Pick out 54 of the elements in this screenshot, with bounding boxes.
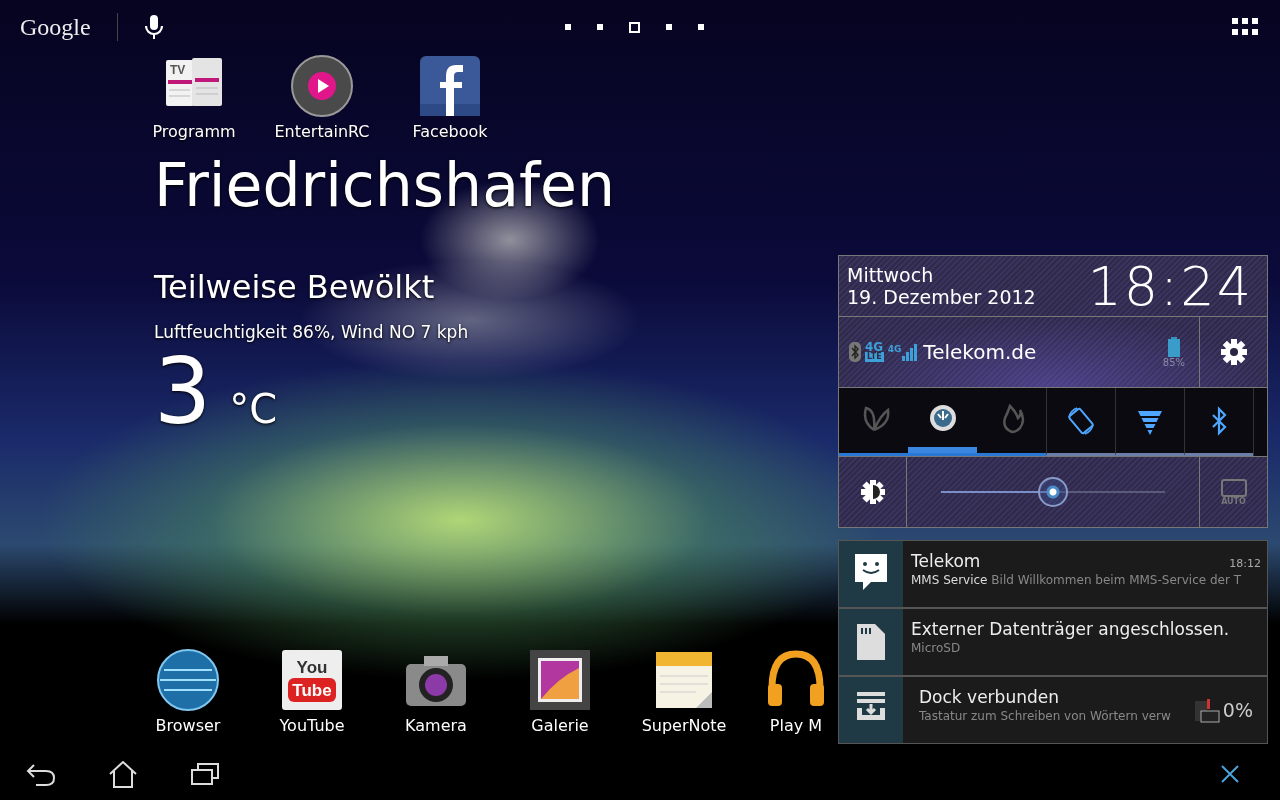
youtube-icon: You Tube [280, 648, 344, 712]
date: 19. Dezember 2012 [847, 286, 1036, 308]
notification-card[interactable]: Telekom 18:12 MMS Service Bild Willkommen beim MMS-Service der T [838, 540, 1268, 608]
home-icon[interactable] [108, 760, 138, 788]
close-icon[interactable] [1220, 764, 1240, 784]
back-icon[interactable] [26, 761, 56, 787]
battery-level: 0% [1222, 699, 1253, 721]
battery-icon [1167, 336, 1180, 357]
notification-card[interactable]: Dock verbunden Tastatur zum Schreiben von Wörtern verw 0% [838, 676, 1268, 744]
app-grid-icon[interactable] [1232, 18, 1258, 36]
notification-text: MMS Service Bild Willkommen beim MMS-Service der T [911, 573, 1243, 587]
toggle-button[interactable] [1046, 388, 1115, 456]
page-indicator[interactable] [629, 21, 640, 33]
facebook-icon [418, 54, 482, 118]
toggle-button[interactable] [1184, 388, 1253, 456]
settings-icon [1219, 338, 1248, 366]
app-shortcut[interactable]: Galerie [498, 648, 622, 748]
weather-condition: Teilweise Bewölkt [154, 268, 435, 306]
weekday: Mittwoch [847, 264, 935, 286]
notification-time: 18:12 [1229, 557, 1261, 570]
city-name: Friedrichshafen [154, 150, 615, 220]
globe-icon [156, 648, 220, 712]
toggle-button[interactable] [1115, 388, 1184, 456]
remote-control-icon [290, 54, 354, 118]
brightness-slider[interactable] [941, 475, 1165, 509]
app-shortcut[interactable]: Facebook [386, 54, 514, 150]
bluetooth-icon [849, 342, 861, 362]
app-shortcut[interactable]: EntertainRC [258, 54, 386, 150]
notification-title: Externer Datenträger angeschlossen. [911, 619, 1230, 639]
app-shortcut[interactable]: You Tube YouTube [250, 648, 374, 748]
clock: 18:24 [1087, 254, 1253, 318]
sd-card-icon [855, 622, 887, 662]
temperature-unit: °C [229, 386, 278, 432]
carrier-name: Telekom.de [923, 340, 1037, 364]
weather-details: Luftfeuchtigkeit 86%, Wind NO 7 kph [154, 322, 469, 342]
battery-level: 85% [1162, 356, 1185, 368]
microphone-icon[interactable] [143, 14, 164, 40]
notification-text: Tastatur zum Schreiben von Wörtern verw [919, 709, 1172, 723]
notification-title: Dock verbunden [919, 687, 1059, 707]
notification-title: Telekom [911, 551, 981, 571]
app-shortcut[interactable]: Kamera [374, 648, 498, 748]
notification-text: MicroSD [911, 641, 962, 655]
search-logo[interactable]: Google [20, 13, 91, 41]
brightness-icon [859, 479, 886, 505]
keyboard-battery-icon [1192, 697, 1221, 723]
notification-card[interactable]: Externer Datenträger angeschlossen. MicroSD [838, 608, 1268, 676]
auto-rotate-icon [1065, 404, 1097, 437]
app-shortcut[interactable]: SuperNote [622, 648, 746, 748]
app-shortcut[interactable]: Browser [126, 648, 250, 748]
app-shortcut[interactable]: TV Programm [130, 54, 258, 150]
picture-frame-icon [528, 648, 592, 712]
temperature: 3 [154, 342, 212, 442]
recent-apps-icon[interactable] [190, 762, 220, 786]
slider-thumb[interactable] [1038, 477, 1068, 507]
